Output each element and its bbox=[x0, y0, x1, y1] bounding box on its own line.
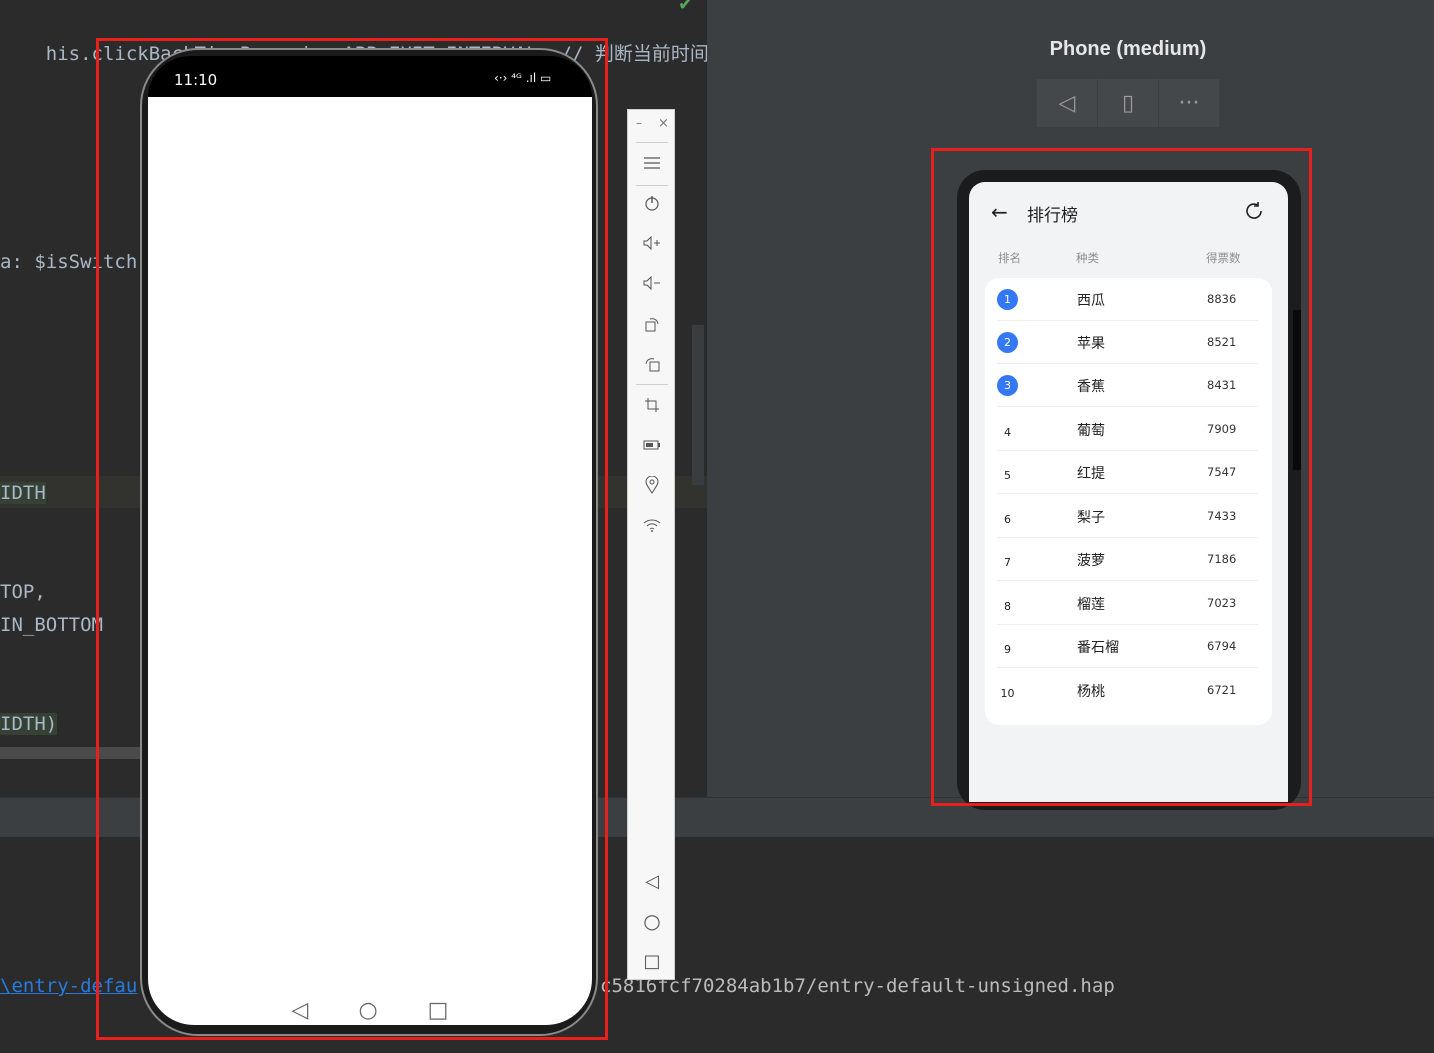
console-path: c5816fcf70284ab1b7/entry-default-unsigne… bbox=[600, 975, 1115, 997]
code-line: IDTH bbox=[0, 482, 46, 504]
volume-down-icon[interactable] bbox=[628, 268, 676, 298]
menu-icon[interactable] bbox=[628, 148, 676, 178]
minimize-icon[interactable]: – bbox=[636, 116, 642, 130]
rotate-alt-icon[interactable] bbox=[628, 349, 676, 379]
checkmark-icon: ✔ bbox=[678, 0, 694, 15]
recent-icon[interactable]: □ bbox=[628, 946, 676, 976]
code-line: TOP, bbox=[0, 581, 46, 603]
preview-rotate-button[interactable]: ▯ bbox=[1098, 79, 1158, 127]
code-line: IDTH) bbox=[0, 713, 58, 735]
annotation-box-emulator bbox=[96, 38, 608, 1040]
power-icon[interactable] bbox=[628, 188, 676, 218]
preview-more-button[interactable]: ··· bbox=[1159, 79, 1219, 127]
code-line: IN_BOTTOM bbox=[0, 614, 103, 636]
emulator-toolbar: – × ◁ ○ □ bbox=[627, 109, 675, 980]
annotation-box-preview bbox=[931, 148, 1312, 806]
device-name: Phone (medium) bbox=[1049, 38, 1207, 60]
back-icon[interactable]: ◁ bbox=[628, 866, 676, 896]
wifi-icon[interactable] bbox=[628, 510, 676, 540]
close-icon[interactable]: × bbox=[658, 116, 669, 131]
battery-icon[interactable] bbox=[628, 430, 676, 460]
location-icon[interactable] bbox=[628, 470, 676, 500]
rotate-icon[interactable] bbox=[628, 309, 676, 339]
preview-controls: ◁ ▯ ··· bbox=[1037, 79, 1220, 127]
crop-icon[interactable] bbox=[628, 390, 676, 420]
home-icon[interactable]: ○ bbox=[628, 906, 676, 936]
vertical-scrollbar[interactable] bbox=[692, 325, 704, 485]
preview-back-button[interactable]: ◁ bbox=[1037, 79, 1097, 127]
volume-up-icon[interactable] bbox=[628, 228, 676, 258]
